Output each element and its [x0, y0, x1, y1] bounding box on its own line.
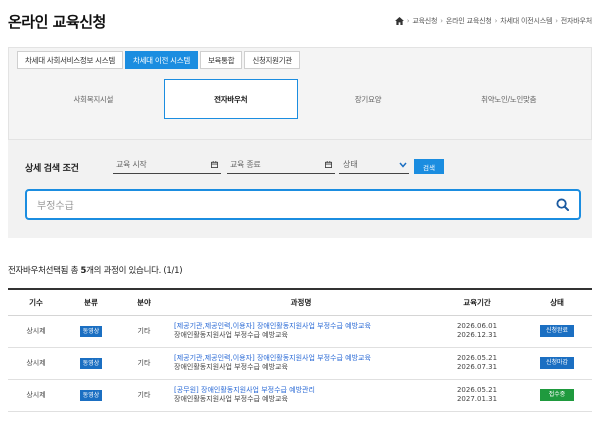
keyword-value: 부정수급 [37, 201, 74, 212]
column-header: 분야 [118, 288, 170, 316]
period-cell: 2026.05.21 2027.01.31 [432, 379, 522, 412]
period-cell: 2026.06.01 2026.12.31 [432, 315, 522, 348]
subtab-e-voucher[interactable]: 전자바우처 [163, 79, 298, 119]
status-cell: 신청완료 [522, 315, 592, 348]
course-title-link[interactable]: [제공기관,제공인력,이용자] 장애인활동지원사업 부정수급 예방교육 [174, 354, 432, 363]
period-start: 2026.05.21 [456, 354, 498, 362]
course-name-cell: [제공기관,제공인력,이용자] 장애인활동지원사업 부정수급 예방교육 장애인활… [170, 315, 432, 348]
chevron-right-icon: › [406, 17, 410, 25]
breadcrumb-item-current[interactable]: 전자바우처 [561, 16, 592, 26]
tab-next-gen-social-service[interactable]: 차세대 사회서비스정보 시스템 [17, 51, 123, 69]
result-prefix: 전자바우처선택됨 총 [8, 266, 81, 276]
period-start: 2026.06.01 [456, 322, 498, 330]
calendar-icon[interactable] [211, 161, 218, 168]
breadcrumb-item[interactable]: 온라인 교육신청 [446, 16, 492, 26]
course-title-link[interactable]: [공무원] 장애인활동지원사업 부정수급 예방관리 [174, 386, 432, 395]
home-icon[interactable] [394, 17, 404, 25]
table-header-row: 기수 분류 분야 과정명 교육기간 상태 [8, 288, 592, 316]
table-row: 상시제 동영상 기타 [공무원] 장애인활동지원사업 부정수급 예방관리 장애인… [8, 379, 592, 412]
chevron-down-icon [399, 162, 407, 168]
subtab-elderly-care[interactable]: 취약노인/노인맞춤 [438, 79, 579, 119]
category-badge: 동영상 [79, 357, 103, 369]
period-end: 2026.07.31 [456, 363, 498, 371]
field-cell: 기타 [118, 379, 170, 412]
course-subtitle: 장애인활동지원사업 부정수급 예방교육 [174, 363, 288, 371]
result-count: 전자바우처선택됨 총 5개의 과정이 있습니다. (1/1) [8, 264, 183, 276]
category-cell: 동영상 [64, 347, 118, 380]
category-badge: 동영상 [79, 389, 103, 401]
search-button[interactable]: 검색 [414, 159, 444, 174]
sub-tabs: 사회복지시설 전자바우처 장기요양 취약노인/노인맞춤 [23, 79, 579, 119]
system-tabs: 차세대 사회서비스정보 시스템 차세대 이전 시스템 보육통합 신청지원기관 [17, 51, 300, 69]
course-title-link[interactable]: [제공기관,제공인력,이용자] 장애인활동지원사업 부정수급 예방교육 [174, 322, 432, 331]
column-header: 교육기간 [432, 288, 522, 316]
course-name-cell: [제공기관,제공인력,이용자] 장애인활동지원사업 부정수급 예방교육 장애인활… [170, 347, 432, 380]
column-header: 기수 [8, 288, 64, 316]
period-end: 2027.01.31 [456, 395, 498, 403]
term-cell: 상시제 [8, 347, 64, 380]
status-badge[interactable]: 신청완료 [540, 325, 574, 337]
breadcrumb-item[interactable]: 교육신청 [412, 16, 437, 26]
column-header: 분류 [64, 288, 118, 316]
status-badge[interactable]: 신청마감 [540, 357, 574, 369]
term-cell: 상시제 [8, 379, 64, 412]
result-suffix: 개의 과정이 있습니다. (1/1) [86, 266, 183, 276]
course-table: 기수 분류 분야 과정명 교육기간 상태 상시제 동영상 기타 [제공기관,제공… [8, 288, 592, 412]
category-cell: 동영상 [64, 379, 118, 412]
status-cell: 접수중 [522, 379, 592, 412]
table-row: 상시제 동영상 기타 [제공기관,제공인력,이용자] 장애인활동지원사업 부정수… [8, 315, 592, 348]
period-start: 2026.05.21 [456, 386, 498, 394]
breadcrumb: › 교육신청 › 온라인 교육신청 › 차세대 이전시스템 › 전자바우처 [394, 16, 592, 26]
table-row: 상시제 동영상 기타 [제공기관,제공인력,이용자] 장애인활동지원사업 부정수… [8, 347, 592, 380]
search-area: 상세 검색 조건 교육 시작 교육 종료 상태 검색 부정수급 [8, 140, 592, 238]
column-header: 상태 [522, 288, 592, 316]
status-cell: 신청마감 [522, 347, 592, 380]
period-end: 2026.12.31 [456, 331, 498, 339]
status-select[interactable]: 상태 [339, 156, 409, 174]
page-title: 온라인 교육신청 [8, 13, 106, 31]
category-badge: 동영상 [79, 325, 103, 337]
system-panel: 차세대 사회서비스정보 시스템 차세대 이전 시스템 보육통합 신청지원기관 사… [8, 47, 592, 140]
column-header: 과정명 [170, 288, 432, 316]
search-label: 상세 검색 조건 [25, 164, 79, 174]
course-name-cell: [공무원] 장애인활동지원사업 부정수급 예방관리 장애인활동지원사업 부정수급… [170, 379, 432, 412]
search-icon[interactable] [556, 198, 569, 211]
calendar-icon[interactable] [325, 161, 332, 168]
subtab-long-term-care[interactable]: 장기요양 [298, 79, 439, 119]
field-cell: 기타 [118, 315, 170, 348]
chevron-right-icon: › [555, 17, 558, 25]
keyword-search-input[interactable]: 부정수급 [25, 189, 581, 220]
breadcrumb-item[interactable]: 차세대 이전시스템 [500, 16, 552, 26]
subtab-welfare-facility[interactable]: 사회복지시설 [23, 79, 164, 119]
status-badge[interactable]: 접수중 [540, 389, 574, 401]
category-cell: 동영상 [64, 315, 118, 348]
course-subtitle: 장애인활동지원사업 부정수급 예방교육 [174, 395, 288, 403]
period-cell: 2026.05.21 2026.07.31 [432, 347, 522, 380]
field-cell: 기타 [118, 347, 170, 380]
course-subtitle: 장애인활동지원사업 부정수급 예방교육 [174, 331, 288, 339]
end-date-field[interactable]: 교육 종료 [227, 156, 335, 174]
start-date-field[interactable]: 교육 시작 [113, 156, 221, 174]
tab-legacy-system[interactable]: 차세대 이전 시스템 [124, 51, 198, 69]
end-date-placeholder: 교육 종료 [230, 160, 261, 169]
chevron-right-icon: › [494, 17, 498, 25]
chevron-right-icon: › [440, 17, 443, 25]
start-date-placeholder: 교육 시작 [116, 160, 147, 169]
status-select-value: 상태 [343, 160, 358, 169]
tab-childcare-integration[interactable]: 보육통합 [199, 51, 243, 69]
tab-support-agency[interactable]: 신청지원기관 [244, 51, 300, 69]
term-cell: 상시제 [8, 315, 64, 348]
